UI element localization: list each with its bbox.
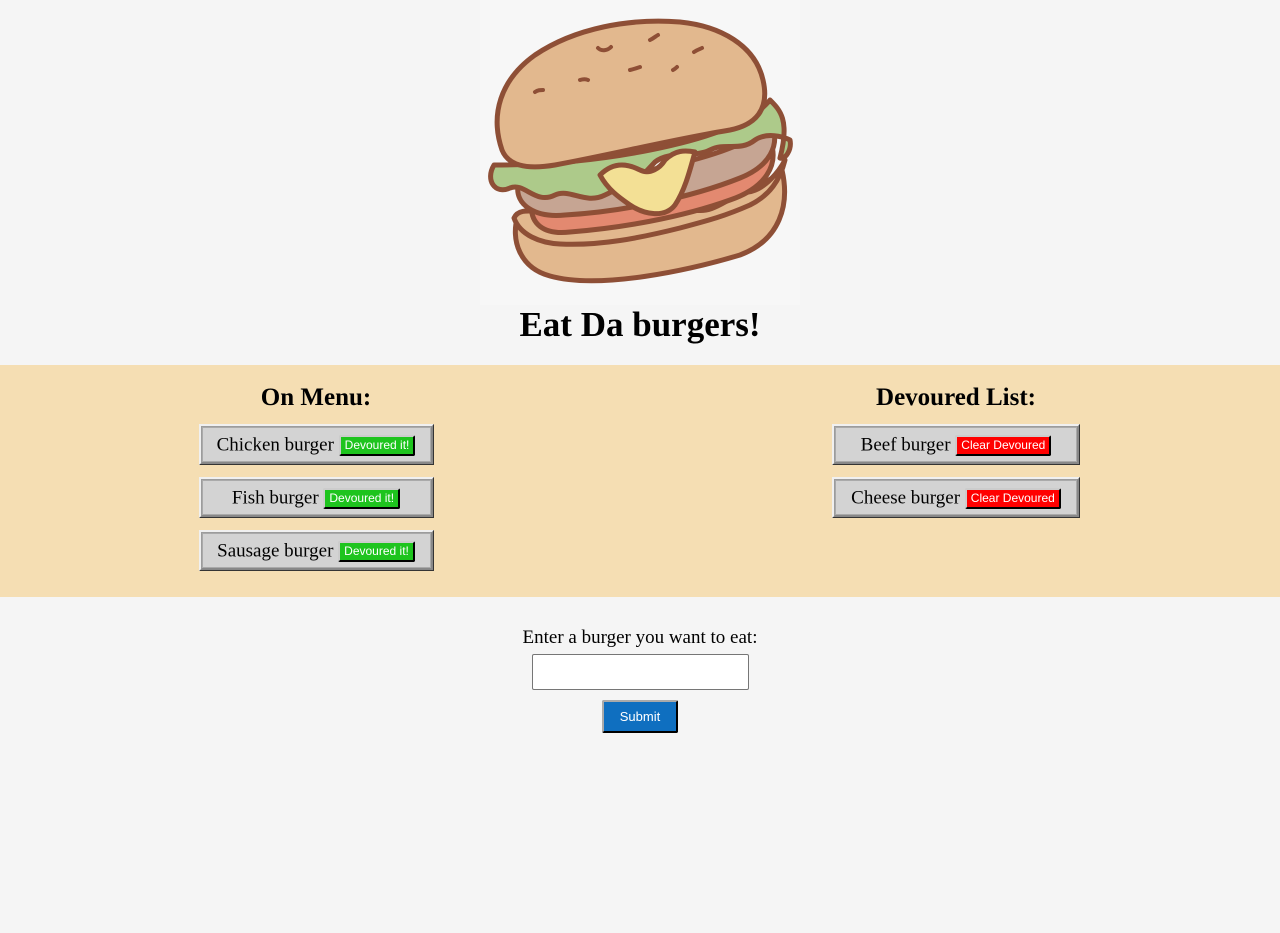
add-burger-form: Enter a burger you want to eat: Submit [0, 597, 1280, 733]
devoured-list: Beef burger Clear Devoured Cheese burger… [632, 424, 1280, 518]
list-item: Fish burger Devoured it! [198, 477, 434, 518]
on-menu-list: Chicken burger Devoured it! Fish burger … [0, 424, 632, 571]
list-item: Beef burger Clear Devoured [832, 424, 1080, 465]
devour-button[interactable]: Devoured it! [323, 488, 401, 510]
devour-button[interactable]: Devoured it! [338, 541, 415, 563]
on-menu-heading: On Menu: [260, 384, 372, 411]
burger-logo-icon-graphic [488, 18, 793, 284]
burger-name: Sausage burger [217, 540, 334, 562]
list-item: Sausage burger Devoured it! [198, 530, 434, 571]
devour-button[interactable]: Devoured it! [338, 435, 416, 457]
devoured-heading: Devoured List: [876, 384, 1036, 411]
list-item: Cheese burger Clear Devoured [832, 477, 1080, 518]
list-item: Chicken burger Devoured it! [198, 424, 434, 465]
clear-devoured-button[interactable]: Clear Devoured [955, 435, 1052, 457]
page-header: Eat Da burgers! [0, 0, 1280, 365]
devoured-column: Devoured List: Beef burger Clear Devoure… [632, 365, 1280, 530]
burger-name: Chicken burger [216, 434, 334, 456]
submit-button[interactable]: Submit [602, 700, 678, 733]
burger-name: Cheese burger [851, 487, 961, 509]
clear-devoured-button[interactable]: Clear Devoured [964, 488, 1061, 510]
burger-logo-icon [480, 0, 800, 305]
on-menu-column: On Menu: Chicken burger Devoured it! Fis… [0, 365, 632, 583]
burger-input-label: Enter a burger you want to eat: [522, 627, 758, 648]
burger-lists-section: On Menu: Chicken burger Devoured it! Fis… [0, 365, 1280, 597]
burger-name: Fish burger [231, 487, 319, 509]
burger-name-input[interactable] [531, 654, 749, 690]
page-title: Eat Da burgers! [519, 305, 761, 344]
burger-name: Beef burger [860, 434, 951, 456]
